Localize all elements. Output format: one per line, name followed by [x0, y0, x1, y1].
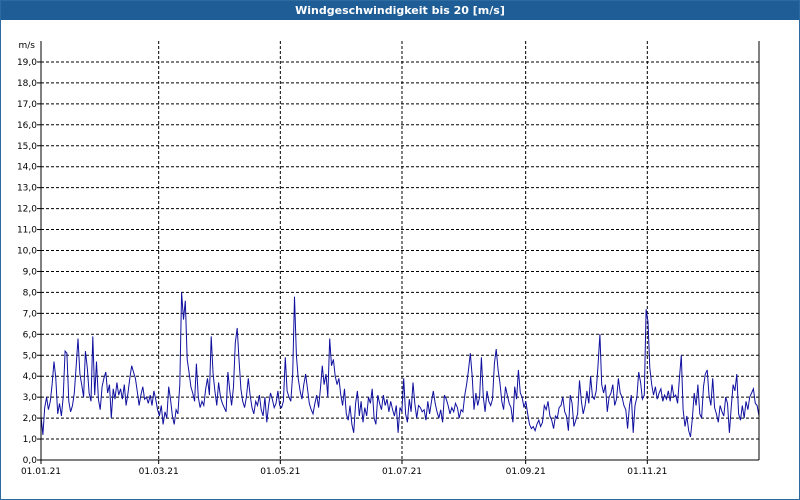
axes: [37, 41, 760, 464]
y-tick-label: 17,0: [17, 100, 37, 110]
y-tick-label: 18,0: [17, 79, 37, 89]
y-axis-label: m/s: [19, 41, 36, 51]
y-tick-label: 10,0: [17, 247, 37, 257]
window-title: Windgeschwindigkeit bis 20 [m/s]: [1, 1, 799, 20]
series-group: [40, 292, 760, 438]
y-tick-label: 5,0: [23, 351, 38, 361]
y-tick-label: 9,0: [23, 267, 38, 277]
y-tick-label: 2,0: [23, 414, 38, 424]
y-tick-label: 7,0: [23, 309, 38, 319]
y-tick-label: 6,0: [23, 330, 38, 340]
y-tick-label: 8,0: [23, 288, 38, 298]
y-tick-label: 11,0: [17, 226, 37, 236]
x-tick-label: 01.03.21: [139, 467, 179, 477]
x-tick-label: 01.09.21: [506, 467, 546, 477]
chart-window: Windgeschwindigkeit bis 20 [m/s] 0,0 1,0 2…: [0, 0, 800, 500]
y-tick-label: 12,0: [17, 205, 37, 215]
y-tick-label: 4,0: [23, 372, 38, 382]
x-tick-label: 01.07.21: [382, 467, 422, 477]
y-tick-label: 16,0: [17, 121, 37, 131]
chart-svg: 0,0 1,0 2,0 3,0 4,0 5,0 6,0 7,0 8,0 9,0 10,0 11,0 12…: [17, 41, 760, 477]
y-tick-label: 15,0: [17, 142, 37, 152]
y-tick-label: 1,0: [23, 435, 38, 445]
x-tick-label: 01.05.21: [260, 467, 300, 477]
y-tick-label: 3,0: [23, 393, 38, 403]
wind-speed-line: [40, 292, 760, 438]
tick-labels: 0,0 1,0 2,0 3,0 4,0 5,0 6,0 7,0 8,0 9,0 10,0 11,0 12…: [17, 58, 667, 477]
x-tick-label: 01.11.21: [627, 467, 667, 477]
y-tick-label: 0,0: [23, 456, 38, 466]
y-tick-label: 13,0: [17, 184, 37, 194]
grid-lines: [41, 41, 759, 460]
y-tick-label: 19,0: [17, 58, 37, 68]
y-tick-label: 14,0: [17, 163, 37, 173]
x-tick-label: 01.01.21: [21, 467, 61, 477]
